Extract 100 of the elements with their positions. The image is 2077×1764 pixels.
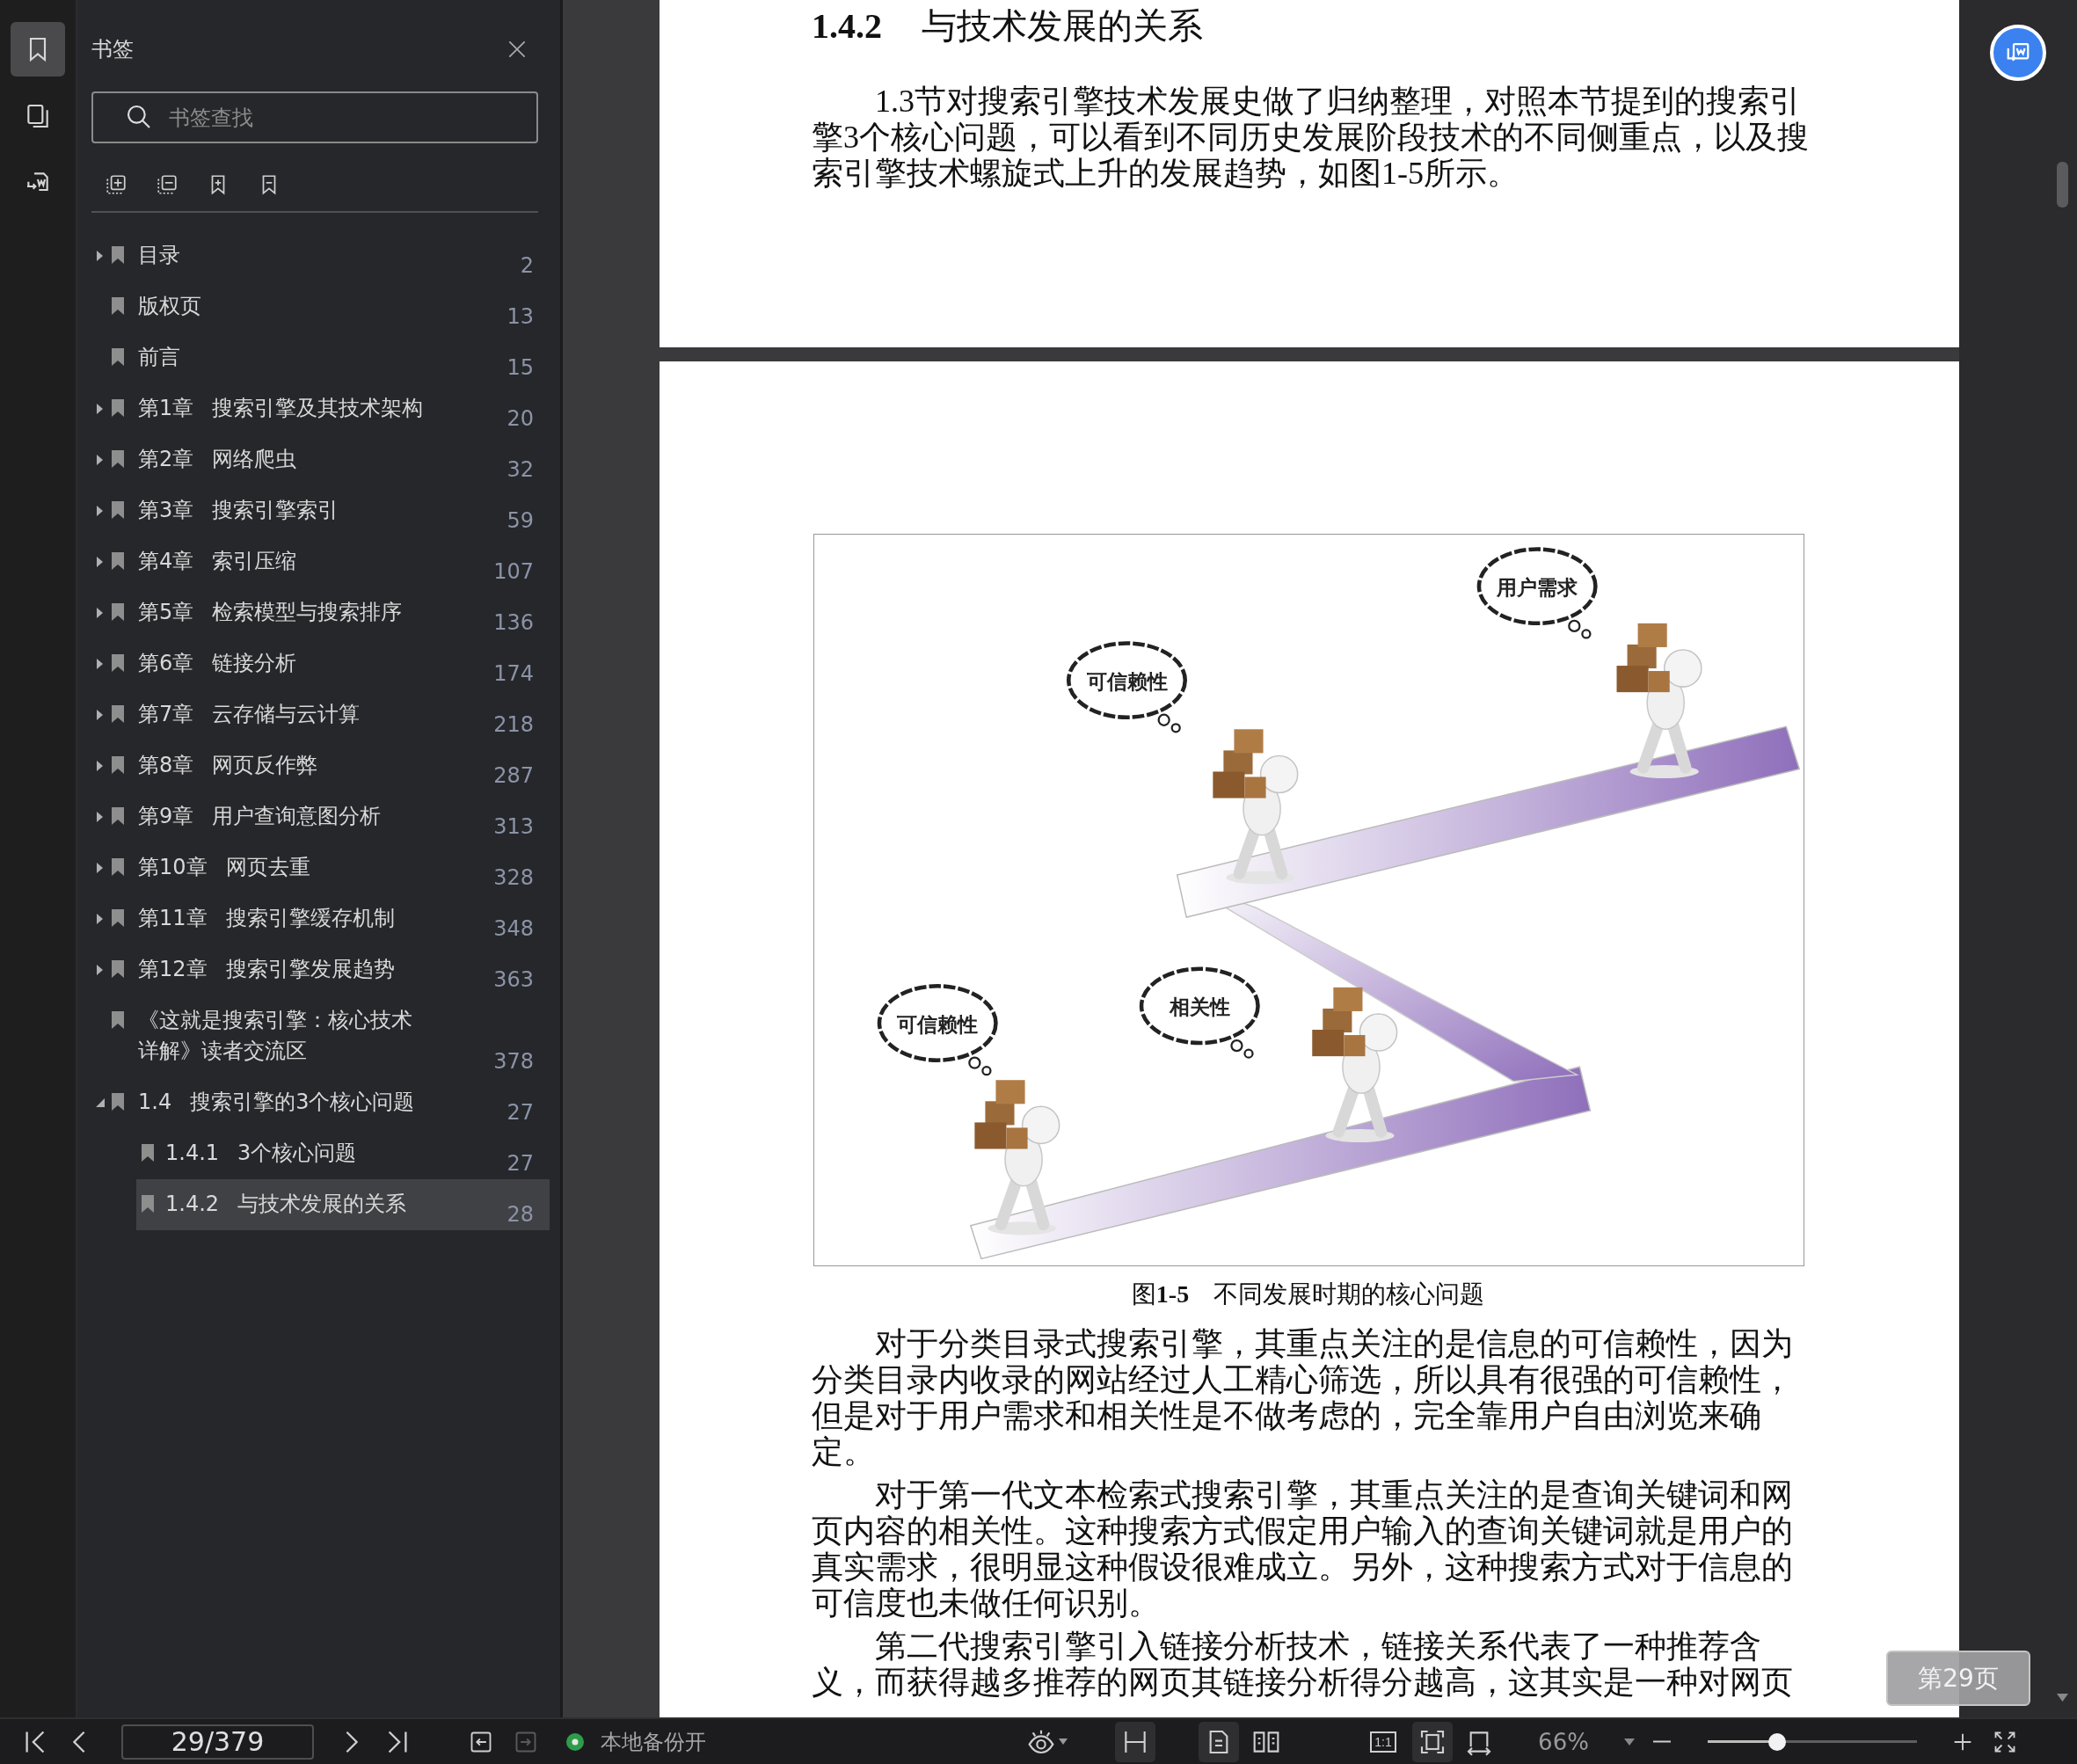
convert-button[interactable] <box>1990 25 2046 81</box>
page-number: 174 <box>493 660 534 688</box>
zoom-value: 66% <box>1538 1728 1589 1755</box>
caret-icon <box>1059 1738 1068 1745</box>
body-paragraph: 第二代搜索引擎引入链接分析技术，链接关系代表了一种推荐含义，而获得越多推荐的网页其链接分析得分越高，这其实是一种对网页 <box>812 1629 1794 1701</box>
bookmark-title: 与技术发展的关系 <box>237 1191 407 1218</box>
page-number: 218 <box>493 711 534 739</box>
bookmark-item[interactable]: 第8章 网页反作弊 287 <box>91 740 550 791</box>
bookmark-number: 1.4.1 <box>165 1140 220 1167</box>
collapsed-arrow-icon[interactable] <box>95 555 104 568</box>
page-number: 136 <box>493 609 534 637</box>
page-number: 378 <box>493 1048 534 1075</box>
bookmark-title: 版权页 <box>138 293 201 320</box>
bookmark-title: 用户查询意图分析 <box>212 803 382 830</box>
page-number: 28 <box>506 1201 534 1228</box>
bookmark-number: 第3章 <box>138 497 194 524</box>
bookmark-icon <box>111 959 125 979</box>
bookmark-item[interactable]: 第12章 搜索引擎发展趋势 363 <box>91 944 550 995</box>
bookmark-item[interactable]: 版权页 13 <box>91 281 550 332</box>
bookmark-title: 检索模型与搜索排序 <box>212 599 403 626</box>
caret-icon <box>1624 1738 1635 1746</box>
page-number-field[interactable]: 29/379 <box>121 1724 314 1760</box>
bubble-label: 用户需求 <box>1497 575 1578 599</box>
collapsed-arrow-icon[interactable] <box>95 249 104 262</box>
collapsed-arrow-icon[interactable] <box>95 504 104 517</box>
fit-page-button[interactable] <box>1412 1721 1453 1762</box>
bookmark-item[interactable]: 第3章 搜索引擎索引 59 <box>91 485 550 536</box>
bookmark-icon <box>141 1194 155 1214</box>
bookmark-icon <box>111 704 125 724</box>
page-number: 20 <box>506 405 534 433</box>
scrollbar-thumb[interactable] <box>2057 162 2068 208</box>
bookmark-icon <box>111 296 125 316</box>
bookmark-number: 1.4 <box>138 1089 172 1116</box>
actual-size-button[interactable]: 1:1 <box>1363 1721 1403 1762</box>
bookmark-title: 链接分析 <box>212 650 297 677</box>
bookmark-icon <box>111 908 125 928</box>
bubble-label: 可信赖性 <box>897 1012 979 1036</box>
bookmark-number: 第12章 <box>138 956 208 983</box>
bookmark-title: 前言 <box>138 344 180 371</box>
zoom-slider-thumb[interactable] <box>1767 1732 1786 1751</box>
backup-status-label: 本地备份开 <box>601 1728 706 1756</box>
collapsed-arrow-icon[interactable] <box>95 759 104 772</box>
bookmark-item[interactable]: 第7章 云存储与云计算 218 <box>91 689 550 740</box>
expanded-arrow-icon[interactable] <box>94 1097 105 1107</box>
bookmark-title: 目录 <box>138 242 180 269</box>
bookmark-item[interactable]: 第1章 搜索引擎及其技术架构 20 <box>91 383 550 434</box>
bookmark-title: 云存储与云计算 <box>212 701 361 728</box>
collapsed-arrow-icon[interactable] <box>95 402 104 415</box>
bookmark-title: 网络爬虫 <box>212 446 297 473</box>
collapsed-arrow-icon[interactable] <box>95 708 104 721</box>
page-number: 107 <box>493 558 534 586</box>
page-number: 2 <box>520 252 534 280</box>
bookmark-icon <box>111 398 125 418</box>
bookmark-item[interactable]: 第4章 索引压缩 107 <box>91 536 550 587</box>
bookmark-item[interactable]: 第11章 搜索引擎缓存机制 348 <box>91 893 550 944</box>
collapse-all-button[interactable] <box>156 173 179 196</box>
bookmark-title: 搜索引擎的3个核心问题 <box>190 1089 415 1116</box>
bookmark-title: 《这就是搜索引擎：核心技术详解》读者交流区 <box>138 1007 413 1065</box>
bubble-label: 可信赖性 <box>1086 669 1168 693</box>
bookmark-number: 第2章 <box>138 446 194 473</box>
figure-caption: 图1-5 不同发展时期的核心问题 <box>1130 1279 1486 1309</box>
collapsed-arrow-icon[interactable] <box>95 810 104 823</box>
bookmark-title: 搜索引擎缓存机制 <box>225 905 395 932</box>
expand-all-button[interactable] <box>105 173 128 196</box>
panel-title: 书签 <box>91 36 134 63</box>
collapsed-arrow-icon[interactable] <box>95 963 104 976</box>
chevron-icon <box>346 1730 358 1753</box>
bookmark-item[interactable]: 第6章 链接分析 174 <box>91 638 550 689</box>
bookmark-item[interactable]: 前言 15 <box>91 332 550 383</box>
bookmark-item[interactable]: 第5章 检索模型与搜索排序 136 <box>91 587 550 638</box>
bookmark-item[interactable]: 1.4.1 3个核心问题 27 <box>136 1128 550 1179</box>
sidebar-tab[interactable] <box>11 22 65 77</box>
bookmark-icon <box>111 755 125 775</box>
bookmark-number: 第10章 <box>138 854 208 881</box>
bookmark-item[interactable]: 第2章 网络爬虫 32 <box>91 434 550 485</box>
bookmark-item[interactable]: 第10章 网页去重 328 <box>91 842 550 893</box>
search-field[interactable]: 书签查找 <box>91 91 538 143</box>
collapsed-arrow-icon[interactable] <box>95 606 104 619</box>
bookmark-title: 3个核心问题 <box>237 1140 357 1167</box>
bookmark-title: 搜索引擎索引 <box>212 497 339 524</box>
collapsed-arrow-icon[interactable] <box>95 861 104 874</box>
chevron-icon <box>73 1730 85 1753</box>
scroll-down-icon[interactable] <box>2057 1694 2068 1702</box>
bookmark-icon <box>111 1092 125 1112</box>
bookmark-item[interactable]: 1.4.2 与技术发展的关系 28 <box>136 1179 550 1230</box>
bookmark-icon <box>111 653 125 673</box>
bookmark-item[interactable]: 第9章 用户查询意图分析 313 <box>91 791 550 842</box>
continuous-scroll-button[interactable] <box>1115 1721 1155 1762</box>
bookmark-item[interactable]: 1.4 搜索引擎的3个核心问题 27 <box>91 1077 550 1128</box>
bookmark-item[interactable]: 《这就是搜索引擎：核心技术详解》读者交流区 378 <box>91 995 550 1077</box>
bookmark-item[interactable]: 目录 2 <box>91 230 550 281</box>
bookmark-icon <box>111 1010 125 1030</box>
page-number: 328 <box>493 864 534 892</box>
single-page-button[interactable] <box>1199 1721 1239 1762</box>
collapsed-arrow-icon[interactable] <box>95 657 104 670</box>
bookmark-icon <box>111 551 125 571</box>
bookmark-icon <box>111 857 125 877</box>
collapsed-arrow-icon[interactable] <box>95 453 104 466</box>
bookmark-number: 第7章 <box>138 701 194 728</box>
collapsed-arrow-icon[interactable] <box>95 912 104 925</box>
